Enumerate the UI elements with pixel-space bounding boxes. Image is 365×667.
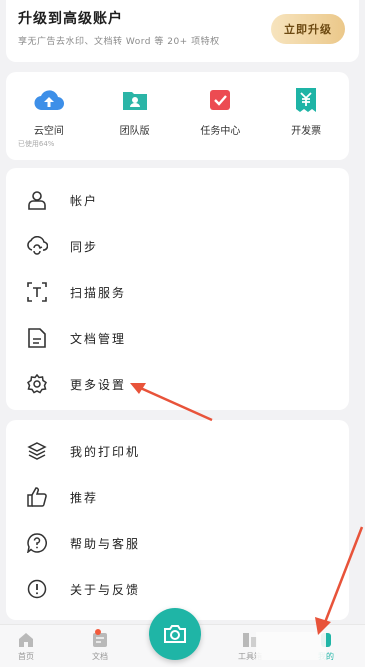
- quick-label: 云空间: [33, 126, 64, 137]
- cloud-sync-icon: [26, 235, 48, 257]
- tab-label: 首页: [18, 652, 34, 661]
- gear-icon: [26, 373, 48, 395]
- menu-item-account[interactable]: 帐户: [6, 177, 349, 223]
- menu-label: 更多设置: [70, 377, 127, 392]
- quick-item-invoice[interactable]: 开发票: [271, 86, 341, 160]
- storage-usage-text: 已使用64%: [17, 140, 55, 148]
- camera-icon: [164, 625, 186, 643]
- quick-label: 开发票: [291, 126, 322, 137]
- menu-label: 关于与反馈: [70, 582, 141, 597]
- menu-item-recommend[interactable]: 推荐: [6, 474, 349, 520]
- tab-home[interactable]: 首页: [6, 631, 46, 662]
- menu-item-about-feedback[interactable]: 关于与反馈: [6, 566, 349, 612]
- tab-label: 文档: [92, 652, 108, 661]
- scan-text-icon: [26, 281, 48, 303]
- invoice-yen-icon: [291, 86, 321, 114]
- quick-actions: 云空间 已使用64% 团队版 任务中心 开发票: [6, 72, 349, 160]
- menu-label: 文档管理: [70, 331, 127, 346]
- menu-item-help-support[interactable]: 帮助与客服: [6, 520, 349, 566]
- settings-menu-secondary: 我的打印机 推荐 帮助与客服 关于与反馈: [6, 420, 349, 620]
- quick-item-team[interactable]: 团队版: [100, 86, 170, 160]
- upgrade-now-button[interactable]: 立即升级: [271, 14, 345, 44]
- docs-tab-icon: [91, 629, 109, 649]
- menu-label: 推荐: [70, 490, 99, 505]
- help-chat-icon: [26, 532, 48, 554]
- menu-item-scan-service[interactable]: 扫描服务: [6, 269, 349, 315]
- user-icon: [26, 189, 48, 211]
- team-folder-icon: [120, 86, 150, 114]
- info-icon: [26, 578, 48, 600]
- upgrade-banner[interactable]: 升级到高级账户 享无广告去水印、文档转 Word 等 20+ 项特权 立即升级: [6, 0, 359, 62]
- menu-item-more-settings[interactable]: 更多设置: [6, 361, 349, 407]
- layers-icon: [26, 440, 48, 462]
- notification-dot: [95, 629, 101, 635]
- menu-label: 帮助与客服: [70, 536, 141, 551]
- settings-menu-primary: 帐户 同步 扫描服务 文档管理 更多设置: [6, 168, 349, 410]
- cloud-upload-icon: [34, 86, 64, 114]
- menu-item-document-management[interactable]: 文档管理: [6, 315, 349, 361]
- menu-label: 同步: [70, 239, 99, 254]
- quick-item-task-center[interactable]: 任务中心: [185, 86, 255, 160]
- document-icon: [26, 327, 48, 349]
- quick-label: 团队版: [119, 126, 150, 137]
- task-check-icon: [205, 86, 235, 114]
- home-icon: [17, 631, 35, 649]
- thumbs-up-icon: [26, 486, 48, 508]
- menu-label: 帐户: [70, 193, 99, 208]
- camera-scan-button[interactable]: [149, 608, 201, 660]
- menu-label: 我的打印机: [70, 444, 141, 459]
- quick-item-cloud-space[interactable]: 云空间 已使用64%: [14, 86, 84, 160]
- tab-documents[interactable]: 文档: [80, 629, 120, 662]
- menu-item-my-printer[interactable]: 我的打印机: [6, 428, 349, 474]
- menu-item-sync[interactable]: 同步: [6, 223, 349, 269]
- blur-overlay: [256, 632, 326, 660]
- quick-label: 任务中心: [200, 126, 241, 137]
- menu-label: 扫描服务: [70, 285, 127, 300]
